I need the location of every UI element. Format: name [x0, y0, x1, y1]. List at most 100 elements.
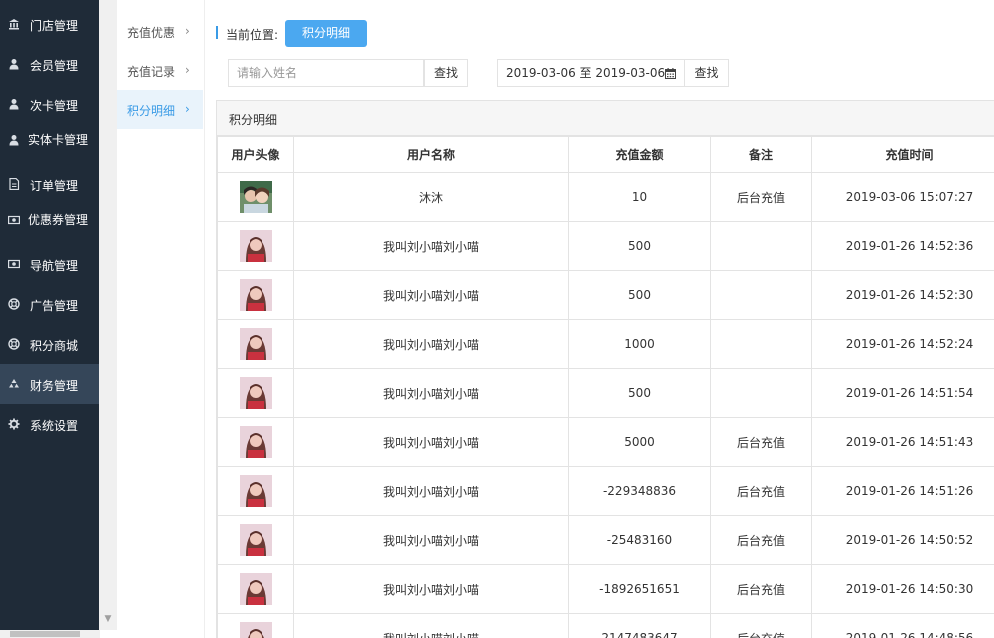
time-cell: 2019-01-26 14:52:30 — [811, 270, 994, 320]
date-search-button[interactable]: 查找 — [684, 59, 729, 87]
breadcrumb-label: 当前位置: — [226, 28, 279, 42]
note-cell — [710, 221, 812, 271]
avatar-cell — [217, 613, 294, 638]
lifebuoy-icon — [8, 338, 20, 350]
username-cell: 我叫刘小喵刘小喵 — [293, 221, 569, 271]
amount-cell: 5000 — [568, 417, 711, 467]
table-row: 沐沐 10 后台充值 2019-03-06 15:07:27 — [217, 172, 994, 222]
username-cell: 我叫刘小喵刘小喵 — [293, 319, 569, 369]
amount-cell: 2147483647 — [568, 613, 711, 638]
username-cell: 我叫刘小喵刘小喵 — [293, 613, 569, 638]
calendar-icon[interactable] — [665, 68, 676, 79]
column-header-avatar: 用户头像 — [217, 136, 294, 173]
avatar-cell — [217, 319, 294, 369]
avatar-cell — [217, 270, 294, 320]
avatar-cell — [217, 368, 294, 418]
note-cell: 后台充值 — [710, 564, 812, 614]
note-cell: 后台充值 — [710, 613, 812, 638]
sidebar-horizontal-scrollbar[interactable] — [0, 630, 100, 638]
time-cell: 2019-01-26 14:52:36 — [811, 221, 994, 271]
table-row: 我叫刘小喵刘小喵2147483647后台充值2019-01-26 14:48:5… — [217, 613, 994, 638]
submenu-list: 充值优惠 › 充值记录 › 积分明细 › — [117, 12, 203, 129]
date-range-input[interactable]: 2019-03-06 至 2019-03-06 — [497, 59, 685, 87]
username-cell: 我叫刘小喵刘小喵 — [293, 564, 569, 614]
points-table: 用户头像 用户名称 充值金额 备注 充值时间 沐沐 10 后台充值 2019-03-0… — [217, 136, 994, 638]
username-cell: 沐沐 — [293, 172, 569, 222]
nav-item[interactable]: 优惠券管理 — [0, 204, 99, 244]
nav-item[interactable]: 次卡管理 — [0, 84, 99, 124]
note-cell: 后台充值 — [710, 466, 812, 516]
submenu-item-label: 充值优惠 — [127, 26, 176, 40]
file-icon — [8, 177, 20, 191]
nav-item[interactable]: 订单管理 — [0, 164, 99, 204]
time-cell: 2019-01-26 14:50:52 — [811, 515, 994, 565]
amount-cell: -229348836 — [568, 466, 711, 516]
name-search-input[interactable]: 请输入姓名 — [228, 59, 424, 87]
note-cell — [710, 368, 812, 418]
main-content: 当前位置: 积分明细 请输入姓名 查找 2019-03-06 至 2019-03… — [206, 0, 994, 638]
nav-item[interactable]: 门店管理 — [0, 4, 99, 44]
nav-item-label: 订单管理 — [30, 179, 79, 193]
ticket-icon — [8, 258, 21, 270]
avatar — [239, 328, 272, 360]
nav-item[interactable]: 财务管理 — [0, 364, 99, 404]
avatar-cell — [217, 221, 294, 271]
table-row: 我叫刘小喵刘小喵 -1892651651 后台充值 2019-01-26 14:50:… — [217, 564, 994, 614]
name-search-button[interactable]: 查找 — [424, 59, 468, 87]
main-nav-list: 门店管理 会员管理 次卡管理实体卡管理订单管理优惠券管理导航管理广告管理积分商城财务… — [0, 4, 99, 444]
recycle-icon — [8, 378, 20, 390]
sub-sidebar: 充值优惠 › 充值记录 › 积分明细 › — [117, 0, 205, 638]
nav-item-label: 系统设置 — [30, 419, 79, 433]
user-icon — [8, 58, 20, 70]
chevron-right-icon: › — [185, 102, 190, 116]
note-cell: 后台充值 — [710, 515, 812, 565]
column-header-amount: 充值金额 — [568, 136, 711, 173]
username-cell: 我叫刘小喵刘小喵 — [293, 515, 569, 565]
submenu-item[interactable]: 充值优惠 › — [117, 12, 203, 51]
time-cell: 2019-01-26 14:50:30 — [811, 564, 994, 614]
nav-item-label: 实体卡管理 — [28, 133, 89, 147]
submenu-item[interactable]: 充值记录 › — [117, 51, 203, 90]
table-row: 我叫刘小喵刘小喵 -229348836 后台充值 2019-01-26 14:51:2… — [217, 466, 994, 516]
nav-item[interactable]: 广告管理 — [0, 284, 99, 324]
avatar-cell — [217, 564, 294, 614]
avatar-cell — [217, 172, 294, 222]
nav-item[interactable]: 积分商城 — [0, 324, 99, 364]
breadcrumb-current-button[interactable]: 积分明细 — [285, 20, 367, 47]
table-row: 我叫刘小喵刘小喵 500 2019-01-26 14:52:30 — [217, 270, 994, 320]
nav-item-label: 导航管理 — [30, 259, 79, 273]
nav-item-label: 财务管理 — [30, 379, 79, 393]
panel-header: 积分明细 — [217, 101, 994, 136]
nav-item[interactable]: 会员管理 — [0, 44, 99, 84]
username-cell: 我叫刘小喵刘小喵 — [293, 466, 569, 516]
nav-item-label: 广告管理 — [30, 299, 79, 313]
table-row: 我叫刘小喵刘小喵 500 2019-01-26 14:51:54 — [217, 368, 994, 418]
chevron-right-icon: › — [185, 63, 190, 77]
user-icon — [8, 98, 20, 110]
submenu-item[interactable]: 积分明细 › — [117, 90, 203, 129]
scrollbar-thumb[interactable] — [10, 631, 80, 637]
nav-item-label: 优惠券管理 — [28, 213, 89, 227]
nav-item[interactable]: 导航管理 — [0, 244, 99, 284]
table-row: 我叫刘小喵刘小喵 500 2019-01-26 14:52:36 — [217, 221, 994, 271]
breadcrumb-marker — [216, 26, 218, 39]
column-header-username: 用户名称 — [293, 136, 569, 173]
amount-cell: 500 — [568, 270, 711, 320]
main-sidebar: 门店管理 会员管理 次卡管理实体卡管理订单管理优惠券管理导航管理广告管理积分商城财务… — [0, 0, 100, 638]
username-cell: 我叫刘小喵刘小喵 — [293, 417, 569, 467]
amount-cell: -25483160 — [568, 515, 711, 565]
table-body: 沐沐 10 后台充值 2019-03-06 15:07:27 我叫刘小喵刘小喵 500 20… — [217, 172, 994, 638]
column-header-note: 备注 — [710, 136, 812, 173]
nav-item[interactable]: 实体卡管理 — [0, 124, 99, 164]
avatar-cell — [217, 515, 294, 565]
time-cell: 2019-01-26 14:52:24 — [811, 319, 994, 369]
scroll-down-arrow-icon[interactable]: ▼ — [99, 612, 117, 626]
lifebuoy-icon — [8, 298, 20, 310]
chevron-right-icon: › — [185, 24, 190, 38]
table-row: 我叫刘小喵刘小喵 -25483160 后台充值 2019-01-26 14:50:52 — [217, 515, 994, 565]
nav-item[interactable]: 系统设置 — [0, 404, 99, 444]
panel-title: 积分明细 — [229, 113, 278, 127]
sidebar-vertical-scrollbar[interactable]: ▼ — [99, 0, 117, 630]
avatar — [239, 573, 272, 605]
amount-cell: 500 — [568, 368, 711, 418]
